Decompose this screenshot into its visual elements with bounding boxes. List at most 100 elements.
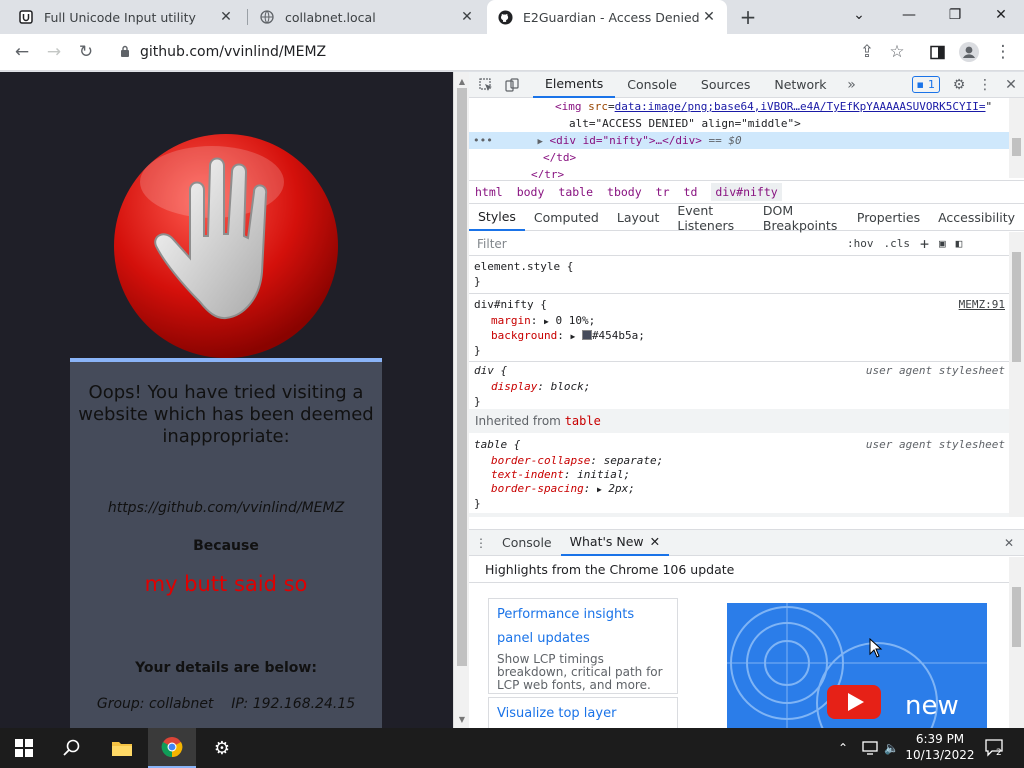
close-tab-icon[interactable]: ✕	[218, 9, 234, 25]
crumb-td[interactable]: td	[684, 185, 698, 199]
minimize-button[interactable]: —	[886, 0, 932, 30]
side-panel-icon[interactable]	[924, 39, 950, 65]
settings-gear-icon[interactable]: ⚙	[198, 728, 246, 768]
tab-search-chevron-icon[interactable]: ⌄	[836, 0, 882, 30]
dom-node-img[interactable]: <img src=data:image/png;base64,iVBOR…e4A…	[555, 98, 992, 115]
close-tab-icon[interactable]: ✕	[701, 9, 717, 25]
scrollbar-thumb[interactable]	[457, 88, 467, 666]
inspect-element-icon[interactable]	[473, 72, 499, 98]
tab-event-listeners[interactable]: Event Listeners	[668, 203, 754, 233]
url-text: github.com/vvinlind/MEMZ	[140, 44, 327, 60]
globe-icon	[259, 9, 275, 25]
hov-toggle[interactable]: :hov	[847, 237, 874, 250]
tab-accessibility[interactable]: Accessibility	[929, 205, 1024, 231]
drawer-menu-icon[interactable]: ⋮	[469, 536, 493, 550]
tab-access-denied[interactable]: E2Guardian - Access Denied ✕	[487, 0, 727, 34]
tab-dom-breakpoints[interactable]: DOM Breakpoints	[754, 203, 848, 233]
color-swatch[interactable]	[581, 330, 592, 340]
menu-kebab-icon[interactable]: ⋮	[990, 39, 1016, 65]
tab-elements[interactable]: Elements	[533, 72, 616, 98]
close-tab-icon[interactable]: ✕	[650, 534, 660, 549]
dom-tree[interactable]: <img src=data:image/png;base64,iVBOR…e4A…	[469, 98, 1009, 178]
tab-console[interactable]: Console	[615, 72, 689, 98]
toggle-sidebar-icon[interactable]: ◧	[956, 237, 963, 250]
issues-badge[interactable]: ▪ 1	[911, 76, 940, 93]
page-viewport: Oops! You have tried visiting a website …	[0, 72, 453, 728]
device-toolbar-icon[interactable]	[499, 72, 525, 98]
forward-arrow-icon[interactable]: →	[41, 39, 67, 65]
search-icon[interactable]	[48, 728, 96, 768]
chrome-taskbar-icon[interactable]	[148, 728, 196, 768]
dom-node-div-nifty[interactable]: ••• ▶ <div id="nifty">…</div> == $0	[469, 132, 1009, 149]
chrome-graphic-icon: new	[727, 603, 987, 728]
start-windows-icon[interactable]	[0, 728, 48, 768]
devtools-menu-icon[interactable]: ⋮	[972, 72, 998, 98]
whats-new-scrollbar[interactable]	[1009, 557, 1024, 728]
profile-avatar-icon[interactable]	[956, 39, 982, 65]
restore-button[interactable]: ❐	[932, 0, 978, 30]
screen: Full Unicode Input utility ✕ collabnet.l…	[0, 0, 1024, 768]
whats-new-card[interactable]: Performance insights panel updates Show …	[488, 598, 678, 694]
stop-hand-icon	[114, 134, 338, 358]
dom-scrollbar[interactable]	[1009, 98, 1024, 178]
github-icon	[497, 9, 513, 25]
share-icon[interactable]: ⇪	[854, 39, 880, 65]
styles-filter-input[interactable]: Filter	[477, 237, 847, 251]
cls-toggle[interactable]: .cls	[884, 237, 911, 250]
drawer-tab-whats-new[interactable]: What's New ✕	[560, 529, 670, 556]
scroll-down-arrow-icon[interactable]: ▼	[454, 712, 470, 726]
tab-styles[interactable]: Styles	[469, 205, 525, 231]
close-drawer-icon[interactable]: ✕	[994, 536, 1024, 550]
card-description: Show LCP timings breakdown, critical pat…	[497, 652, 663, 692]
expand-triangle-icon[interactable]: ▶	[538, 137, 543, 147]
whats-new-video-thumbnail[interactable]: new	[727, 603, 987, 728]
dom-node-td-close[interactable]: </td>	[543, 149, 576, 166]
whats-new-card[interactable]: Visualize top layer element	[488, 697, 678, 728]
file-explorer-folder-icon[interactable]	[98, 728, 146, 768]
close-tab-icon[interactable]: ✕	[459, 9, 475, 25]
crumb-html[interactable]: html	[475, 185, 503, 199]
crumb-body[interactable]: body	[517, 185, 545, 199]
dom-node-tr-close[interactable]: </tr>	[531, 166, 564, 178]
lock-icon[interactable]	[120, 45, 130, 60]
ellipsis-icon[interactable]: •••	[473, 134, 493, 147]
drawer-tab-console[interactable]: Console	[493, 529, 561, 556]
tab-network[interactable]: Network	[762, 72, 838, 98]
add-rule-icon[interactable]: +	[920, 235, 929, 253]
crumb-table[interactable]: table	[558, 185, 593, 199]
card-title[interactable]: Visualize top layer element	[497, 702, 669, 728]
svg-text:2: 2	[996, 748, 1002, 758]
close-devtools-icon[interactable]: ✕	[998, 72, 1024, 98]
styles-scrollbar[interactable]	[1009, 232, 1024, 517]
crumb-tr[interactable]: tr	[656, 185, 670, 199]
address-bar[interactable]: github.com/vvinlind/MEMZ	[106, 38, 880, 66]
notification-center-icon[interactable]: 2	[984, 728, 1006, 768]
more-tabs-chevron-icon[interactable]: »	[839, 72, 865, 98]
crumb-div-nifty[interactable]: div#nifty	[711, 183, 782, 201]
rule-source-link[interactable]: MEMZ:91	[959, 297, 1005, 312]
devtools-panel: Elements Console Sources Network » ▪ 1 ⚙…	[469, 72, 1024, 728]
paint-brush-icon[interactable]: ▣	[939, 237, 946, 250]
page-scrollbar[interactable]: ▲ ▼	[453, 72, 469, 728]
tab-sources[interactable]: Sources	[689, 72, 762, 98]
tab-computed[interactable]: Computed	[525, 205, 608, 231]
crumb-tbody[interactable]: tbody	[607, 185, 642, 199]
taskbar-clock[interactable]: 6:39 PM 10/13/2022	[900, 731, 980, 763]
back-arrow-icon[interactable]: ←	[9, 39, 35, 65]
show-hidden-icons-chevron-icon[interactable]: ⌃	[838, 728, 848, 768]
network-icon[interactable]	[862, 728, 878, 768]
tab-properties[interactable]: Properties	[848, 205, 929, 231]
reload-icon[interactable]: ↻	[73, 39, 99, 65]
tab-collabnet[interactable]: collabnet.local ✕	[249, 0, 485, 34]
volume-speaker-icon[interactable]: 🔈	[884, 728, 899, 768]
scroll-up-arrow-icon[interactable]: ▲	[454, 74, 470, 88]
card-title[interactable]: Performance insights panel updates	[497, 603, 669, 651]
close-window-button[interactable]: ✕	[978, 0, 1024, 30]
dom-node-img-attrs[interactable]: alt="ACCESS DENIED" align="middle">	[569, 115, 801, 132]
tab-unicode[interactable]: Full Unicode Input utility ✕	[8, 0, 244, 34]
bookmark-star-icon[interactable]: ☆	[884, 39, 910, 65]
details-label: Your details are below:	[135, 660, 317, 676]
settings-gear-icon[interactable]: ⚙	[946, 72, 972, 98]
tab-layout[interactable]: Layout	[608, 205, 669, 231]
new-tab-button[interactable]: +	[736, 5, 760, 29]
